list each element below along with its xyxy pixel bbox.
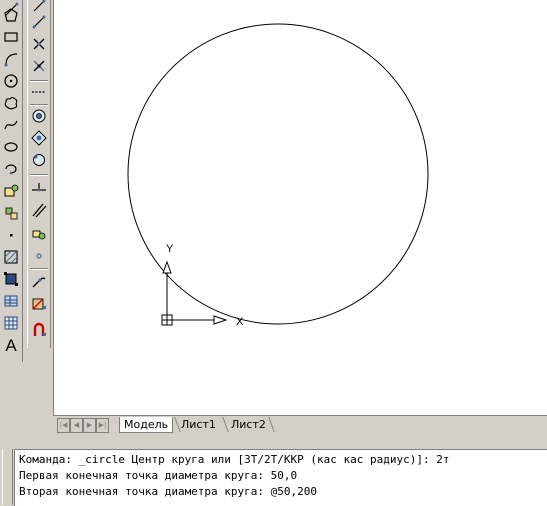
hatch-icon[interactable]: [1, 247, 21, 267]
modify-toolbar: [27, 0, 51, 348]
chamfer-icon[interactable]: [29, 294, 49, 314]
first-tab-button[interactable]: |◀: [57, 418, 70, 433]
revision-cloud-icon[interactable]: [1, 93, 21, 113]
break-icon[interactable]: [29, 246, 49, 266]
join-icon[interactable]: [29, 272, 49, 292]
ellipse-icon[interactable]: [1, 137, 21, 157]
toolbar-separator: [30, 268, 48, 270]
command-window-grip[interactable]: [2, 449, 13, 505]
command-window: Команда: _circle Центр круга или [3T/2T/…: [0, 434, 547, 506]
mirror-icon[interactable]: [29, 34, 49, 54]
drawing-area[interactable]: Y X: [53, 0, 547, 415]
scale-icon[interactable]: [29, 150, 49, 170]
offset-icon[interactable]: [29, 56, 49, 76]
previous-tab-button[interactable]: ◀: [70, 418, 83, 433]
copy-icon[interactable]: [29, 12, 49, 32]
explode-icon[interactable]: [29, 320, 49, 340]
insert-block-icon[interactable]: [1, 181, 21, 201]
toolbar-separator: [30, 174, 48, 176]
arc-icon[interactable]: [1, 49, 21, 69]
last-tab-button[interactable]: ▶|: [96, 418, 109, 433]
ucs-y-label: Y: [166, 243, 174, 255]
extend-icon[interactable]: [29, 224, 49, 244]
command-line-3: Вторая конечная точка диаметра круга: @5…: [19, 485, 318, 498]
rectangle-icon[interactable]: [1, 27, 21, 47]
command-history[interactable]: Команда: _circle Центр круга или [3T/2T/…: [14, 449, 547, 506]
point-icon[interactable]: [1, 225, 21, 245]
ucs-icon: [161, 260, 228, 326]
drawn-circle[interactable]: [127, 23, 429, 325]
layout-tabs-bar: |◀ ◀ ▶ ▶| Модель Лист1 Лист2: [53, 415, 547, 435]
table-grid-icon[interactable]: [1, 313, 21, 333]
text-tool-glyph: A: [5, 336, 17, 355]
next-tab-button[interactable]: ▶: [83, 418, 96, 433]
ellipse-arc-icon[interactable]: [1, 159, 21, 179]
draw-toolbar: A: [0, 0, 23, 362]
ucs-x-label: X: [236, 316, 244, 328]
circle-icon[interactable]: [1, 71, 21, 91]
tab-model[interactable]: Модель: [119, 417, 174, 433]
rotate-icon[interactable]: [29, 128, 49, 148]
drawing-canvas[interactable]: Y X: [54, 0, 547, 415]
tab-sheet1[interactable]: Лист1: [177, 417, 220, 432]
command-line-1: Команда: _circle Центр круга или [3T/2T/…: [19, 453, 450, 466]
move-icon[interactable]: [29, 106, 49, 126]
polygon-icon[interactable]: [1, 5, 21, 25]
region-icon[interactable]: [1, 269, 21, 289]
multiline-text-icon[interactable]: A: [1, 336, 21, 356]
command-line-2: Первая конечная точка диаметра круга: 50…: [19, 469, 298, 482]
tab-sheet2[interactable]: Лист2: [227, 417, 270, 432]
trim-icon[interactable]: [29, 200, 49, 220]
array-icon[interactable]: [29, 82, 49, 102]
table-icon[interactable]: [1, 291, 21, 311]
stretch-icon[interactable]: [29, 178, 49, 198]
make-block-icon[interactable]: [1, 203, 21, 223]
spline-icon[interactable]: [1, 115, 21, 135]
